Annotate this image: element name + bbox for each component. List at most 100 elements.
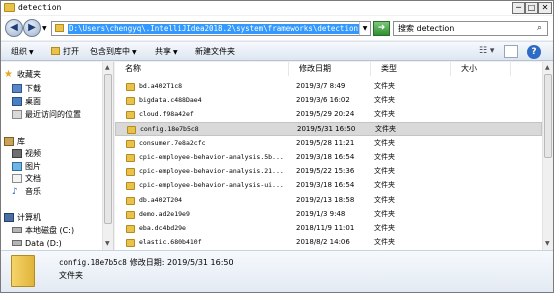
close-button[interactable]: ✕	[538, 2, 552, 14]
nav-item-local-disk-c[interactable]: 本地磁盘 (C:)	[12, 225, 74, 236]
organize-button[interactable]: 组织 ▼	[11, 46, 34, 58]
column-label: 名称	[125, 64, 141, 73]
scroll-down-icon[interactable]: ▼	[545, 240, 550, 247]
file-row[interactable]: db.a402T204 2019/2/13 18:58 文件夹	[115, 194, 542, 208]
column-label: 类型	[381, 64, 397, 73]
nav-item-music[interactable]: ♪ 音乐	[12, 186, 41, 198]
chevron-down-icon[interactable]: ▼	[359, 22, 370, 35]
share-button[interactable]: 共享 ▼	[155, 46, 178, 58]
nav-item-pictures[interactable]: 图片	[12, 161, 41, 172]
folder-icon	[126, 211, 135, 219]
file-type: 文件夹	[374, 139, 395, 147]
navigation-pane: ★ 收藏夹 下载 桌面 最近访问的位置 库 视频 图片 文档 ♪ 音乐 计算机 本地	[1, 62, 114, 250]
view-options-icon[interactable]: ☷ ▾	[479, 46, 494, 57]
include-in-library-button[interactable]: 包含到库中 ▼	[90, 46, 137, 58]
file-list-scrollbar[interactable]: ▲ ▼	[542, 62, 553, 250]
recent-pages-dropdown[interactable]: ▼	[42, 25, 47, 32]
file-name: cpic-employee-behavior-analysis.21...	[139, 167, 284, 175]
include-in-library-label: 包含到库中	[90, 47, 130, 56]
nav-item-documents[interactable]: 文档	[12, 173, 41, 184]
file-row[interactable]: cpic-employee-behavior-analysis.21... 20…	[115, 165, 542, 179]
search-icon[interactable]: ⌕	[534, 23, 545, 34]
file-type: 文件夹	[374, 181, 395, 189]
file-row[interactable]: cloud.f98a42ef 2019/5/29 20:24 文件夹	[115, 108, 542, 122]
file-name: elastic.680b410f	[139, 238, 202, 246]
file-row[interactable]: demo.ad2e19e9 2019/1/3 9:48 文件夹	[115, 208, 542, 222]
scroll-up-icon[interactable]: ▲	[545, 64, 550, 71]
refresh-button[interactable]: ➜	[373, 21, 390, 36]
file-date: 2019/5/31 16:50	[297, 125, 356, 133]
search-input[interactable]: 搜索 detection ⌕	[393, 21, 548, 36]
drive-icon	[12, 227, 22, 233]
search-placeholder: 搜索 detection	[398, 24, 455, 33]
file-row[interactable]: cpic-employee-behavior-analysis-ui... 20…	[115, 179, 542, 193]
address-path[interactable]: D:\Users\chengyq\.IntelliJIdea2018.2\sys…	[68, 24, 359, 34]
folder-icon	[4, 3, 15, 12]
file-row[interactable]: consumer.7e8a2cfc 2019/5/28 11:21 文件夹	[115, 137, 542, 151]
preview-pane-icon[interactable]	[504, 45, 518, 58]
column-header-name[interactable]: 名称	[115, 62, 289, 76]
file-row-selected[interactable]: config.18e7b5c8 2019/5/31 16:50 文件夹	[115, 122, 542, 136]
file-name: eba.dc4bd29e	[139, 224, 186, 232]
nav-item-favorites[interactable]: ★ 收藏夹	[4, 69, 41, 80]
column-header-date[interactable]: 修改日期	[289, 62, 371, 76]
file-type: 文件夹	[374, 110, 395, 118]
scroll-down-icon[interactable]: ▼	[105, 240, 110, 247]
file-row[interactable]: bd.a402T1c8 2019/3/7 8:49 文件夹	[115, 80, 542, 94]
nav-label: 视频	[25, 149, 41, 158]
help-icon[interactable]: ?	[527, 45, 541, 59]
maximize-button[interactable]: □	[525, 2, 538, 14]
nav-item-videos[interactable]: 视频	[12, 148, 41, 159]
scroll-thumb[interactable]	[104, 74, 112, 224]
explorer-window: detection ─ □ ✕ ◀ ▶ ▼ D:\Users\chengyq\.…	[0, 0, 554, 293]
scroll-up-icon[interactable]: ▲	[105, 64, 110, 71]
file-type: 文件夹	[374, 224, 395, 232]
folder-icon	[126, 225, 135, 233]
music-note-icon: ♪	[12, 187, 18, 197]
minimize-button[interactable]: ─	[512, 2, 525, 14]
column-header-type[interactable]: 类型	[371, 62, 451, 76]
open-button[interactable]: 打开	[51, 46, 79, 57]
new-folder-button[interactable]: 新建文件夹	[195, 46, 235, 57]
file-type: 文件夹	[374, 153, 395, 161]
folder-icon	[51, 47, 60, 55]
details-name: config.18e7b5c8	[59, 258, 127, 267]
details-name-line: config.18e7b5c8 修改日期: 2019/5/31 16:50	[59, 258, 234, 268]
file-row[interactable]: elastic.680b410f 2018/8/2 14:06 文件夹	[115, 236, 542, 250]
title-bar[interactable]: detection ─ □ ✕	[1, 1, 553, 15]
details-pane: config.18e7b5c8 修改日期: 2019/5/31 16:50 文件夹	[1, 250, 553, 292]
folder-icon	[126, 111, 135, 119]
nav-item-libraries[interactable]: 库	[4, 136, 25, 147]
folder-icon	[126, 182, 135, 190]
file-type: 文件夹	[374, 210, 395, 218]
nav-scrollbar[interactable]: ▲ ▼	[102, 62, 113, 250]
folder-icon	[126, 239, 135, 247]
nav-item-data-d[interactable]: Data (D:)	[12, 238, 62, 249]
file-date: 2019/1/3 9:48	[296, 210, 346, 218]
file-date: 2018/8/2 14:06	[296, 238, 350, 246]
star-icon: ★	[4, 69, 13, 80]
nav-label: 收藏夹	[17, 70, 41, 79]
nav-item-downloads[interactable]: 下载	[12, 83, 41, 94]
picture-icon	[12, 162, 22, 171]
file-row[interactable]: cpic-employee-behavior-analysis.5b... 20…	[115, 151, 542, 165]
nav-item-desktop[interactable]: 桌面	[12, 96, 41, 107]
file-name: config.18e7b5c8	[140, 125, 199, 133]
nav-label: 桌面	[25, 97, 41, 106]
scroll-thumb[interactable]	[544, 74, 552, 158]
file-row[interactable]: eba.dc4bd29e 2018/11/9 11:01 文件夹	[115, 222, 542, 236]
back-button[interactable]: ◀	[5, 19, 23, 37]
folder-icon	[126, 154, 135, 162]
nav-item-recent[interactable]: 最近访问的位置	[12, 109, 81, 120]
column-header-size[interactable]: 大小	[451, 62, 511, 76]
address-bar[interactable]: D:\Users\chengyq\.IntelliJIdea2018.2\sys…	[51, 21, 371, 36]
file-row[interactable]: bigdata.c488Dae4 2019/3/6 16:02 文件夹	[115, 94, 542, 108]
nav-item-computer[interactable]: 计算机	[4, 212, 41, 223]
forward-button[interactable]: ▶	[23, 19, 41, 37]
nav-label: 库	[17, 137, 25, 146]
chevron-down-icon: ▼	[29, 49, 34, 56]
share-label: 共享	[155, 47, 171, 56]
file-name: demo.ad2e19e9	[139, 210, 190, 218]
file-type: 文件夹	[374, 82, 395, 90]
nav-label: 本地磁盘 (C:)	[25, 226, 75, 235]
